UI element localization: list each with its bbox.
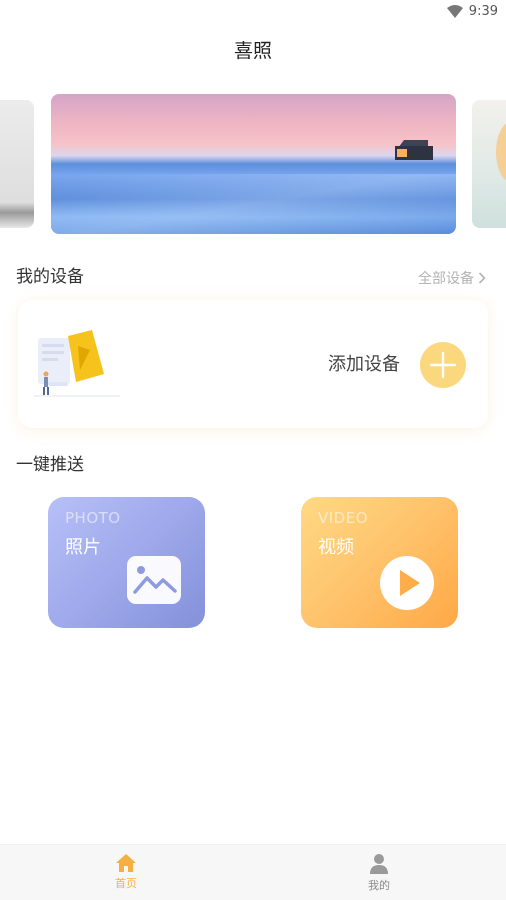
tab-home-label: 首页 [115,877,137,890]
photo-zh-label: 照片 [65,537,101,558]
banner-slide-prev[interactable] [0,100,34,228]
push-video-tile[interactable]: VIDEO 视频 [301,497,458,628]
device-illustration [34,330,122,402]
play-icon [378,554,436,610]
status-time: 9:39 [468,4,498,19]
video-en-label: VIDEO [318,509,369,527]
all-devices-link[interactable]: 全部设备 [418,268,486,288]
image-icon [125,554,183,606]
banner-carousel[interactable] [0,94,506,234]
status-right: 9:39 [446,4,498,19]
plus-icon [429,351,457,379]
snow-dune [51,174,456,234]
tab-home[interactable]: 首页 [86,853,166,891]
add-device-button[interactable] [420,342,466,388]
bottom-tab-bar: 首页 我的 [0,844,506,900]
photo-en-label: PHOTO [65,509,121,527]
home-icon [116,854,136,872]
my-devices-title: 我的设备 [16,267,84,287]
add-device-label: 添加设备 [328,354,400,375]
tab-mine[interactable]: 我的 [339,853,419,893]
chevron-right-icon [478,272,486,284]
banner-slide-next[interactable] [472,100,506,228]
sun-shape [496,122,506,182]
all-devices-label: 全部设备 [418,271,474,287]
push-photo-tile[interactable]: PHOTO 照片 [48,497,205,628]
tab-mine-label: 我的 [368,879,390,892]
cabin-illustration [395,140,433,160]
wifi-icon [446,5,463,18]
video-zh-label: 视频 [318,537,354,558]
push-title: 一键推送 [16,455,84,475]
user-icon [370,854,388,874]
status-bar: 9:39 [0,0,506,24]
app-title: 喜照 [233,40,272,62]
add-device-card[interactable]: 添加设备 [18,300,488,428]
banner-slide-current[interactable] [51,94,456,234]
